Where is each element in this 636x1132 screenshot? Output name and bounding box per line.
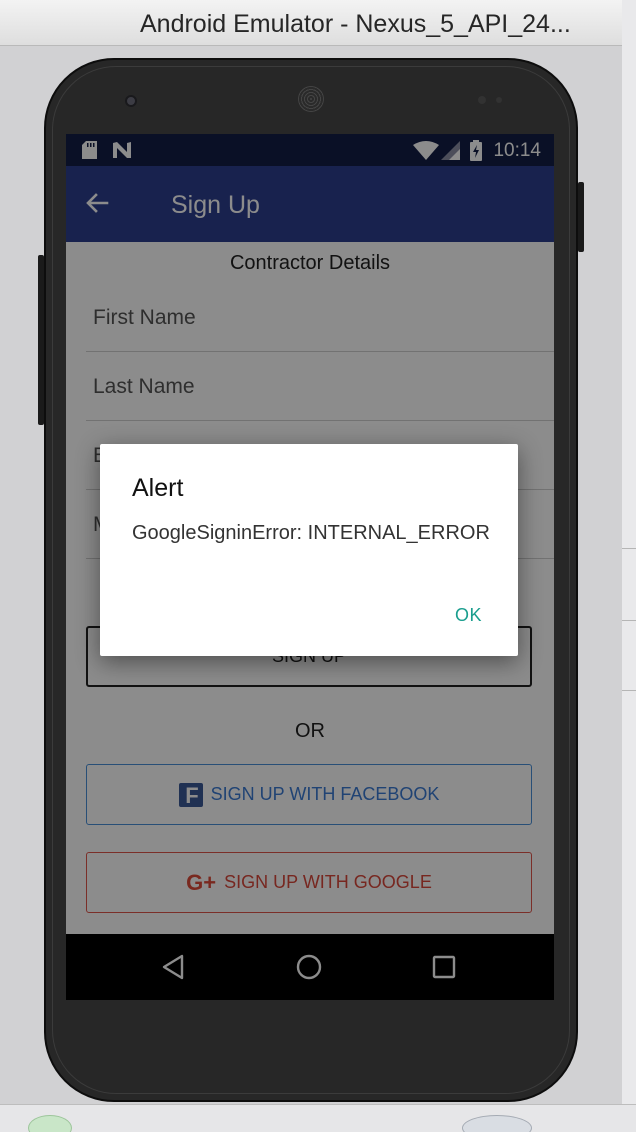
light-sensor — [496, 97, 502, 103]
dialog-title: Alert — [132, 474, 184, 502]
dock-strip — [0, 1104, 636, 1132]
emulator-window-title: Android Emulator - Nexus_5_API_24... — [140, 10, 571, 38]
alert-dialog: Alert GoogleSigninError: INTERNAL_ERROR … — [100, 444, 518, 656]
dock-app-icon — [462, 1115, 532, 1132]
earpiece-speaker — [298, 86, 324, 112]
proximity-sensor — [478, 96, 486, 104]
background-window-edge — [622, 0, 636, 1132]
volume-button[interactable] — [38, 255, 44, 425]
emulator-titlebar: Android Emulator - Nexus_5_API_24... — [0, 0, 622, 46]
power-button[interactable] — [578, 182, 584, 252]
dialog-ok-button[interactable]: OK — [455, 605, 482, 626]
dock-app-icon — [28, 1115, 72, 1132]
dialog-message: GoogleSigninError: INTERNAL_ERROR — [132, 522, 490, 544]
device-screen: 10:14 Sign Up Contractor Details SIGN UP… — [66, 134, 554, 1000]
front-camera-icon — [125, 95, 137, 107]
